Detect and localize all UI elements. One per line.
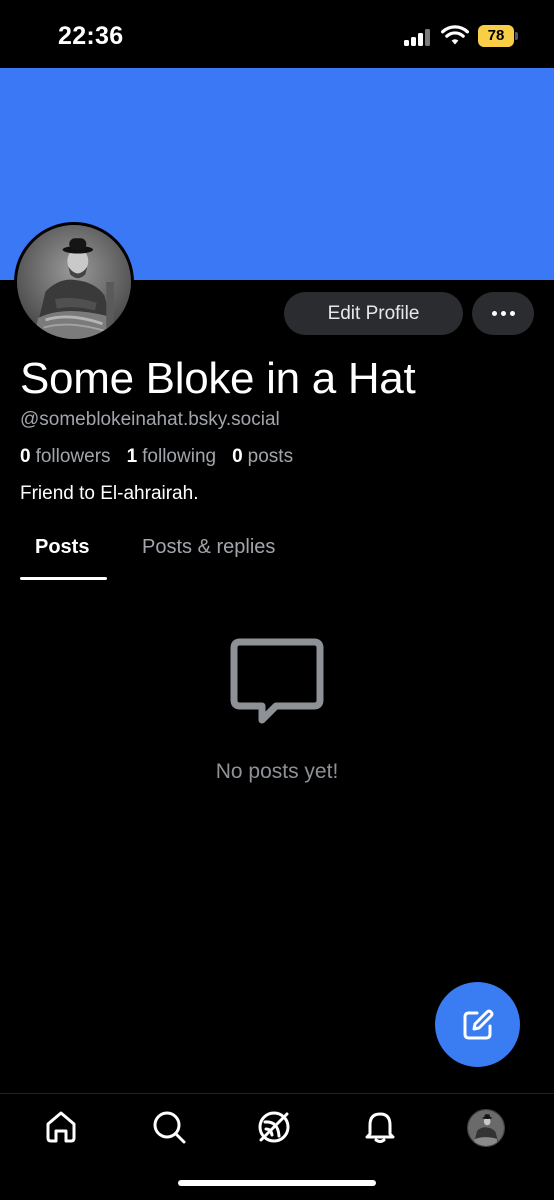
more-options-button[interactable] [472,292,534,335]
following-label: following [142,446,217,467]
followers-stat[interactable]: 0 followers [20,446,111,468]
avatar-photo [17,225,131,339]
compose-icon [463,1009,493,1039]
followers-label: followers [35,446,111,467]
profile-avatar[interactable] [14,222,134,342]
status-bar: 22:36 78 [0,0,554,68]
wifi-icon [441,25,469,45]
search-icon[interactable] [151,1109,187,1145]
posts-label: posts [247,446,294,467]
avatar-photo-small [468,1110,504,1146]
message-bubble-icon [230,638,324,724]
signal-icon [404,28,432,46]
ellipsis-dot [500,311,506,316]
edit-profile-button[interactable]: Edit Profile [284,292,463,335]
home-icon[interactable] [43,1109,79,1145]
notifications-icon[interactable] [362,1109,398,1145]
tab-posts-and-replies[interactable]: Posts & replies [142,536,275,559]
ellipsis-icon [491,311,497,316]
battery-icon: 78 [478,25,518,47]
profile-bio: Friend to El-ahrairah. [20,483,199,504]
following-count: 1 [126,446,138,467]
posts-count: 0 [232,446,243,467]
profile-stats: 0 followers 1 following 0 posts [20,446,309,468]
compose-button[interactable] [435,982,520,1067]
tab-posts[interactable]: Posts [35,536,89,559]
ellipsis-dot [509,311,515,316]
battery-level: 78 [487,27,505,44]
active-tab-indicator [20,577,107,580]
display-name: Some Bloke in a Hat [20,354,416,403]
profile-handle: @someblokeinahat.bsky.social [20,409,280,430]
home-indicator [178,1180,376,1186]
posts-stat: 0 posts [232,446,293,468]
status-time: 22:36 [58,22,124,50]
empty-state-text: No posts yet! [215,760,339,783]
feeds-icon[interactable] [256,1109,292,1145]
profile-avatar-nav[interactable] [467,1109,505,1147]
following-stat[interactable]: 1 following [127,446,217,468]
followers-count: 0 [20,446,31,467]
